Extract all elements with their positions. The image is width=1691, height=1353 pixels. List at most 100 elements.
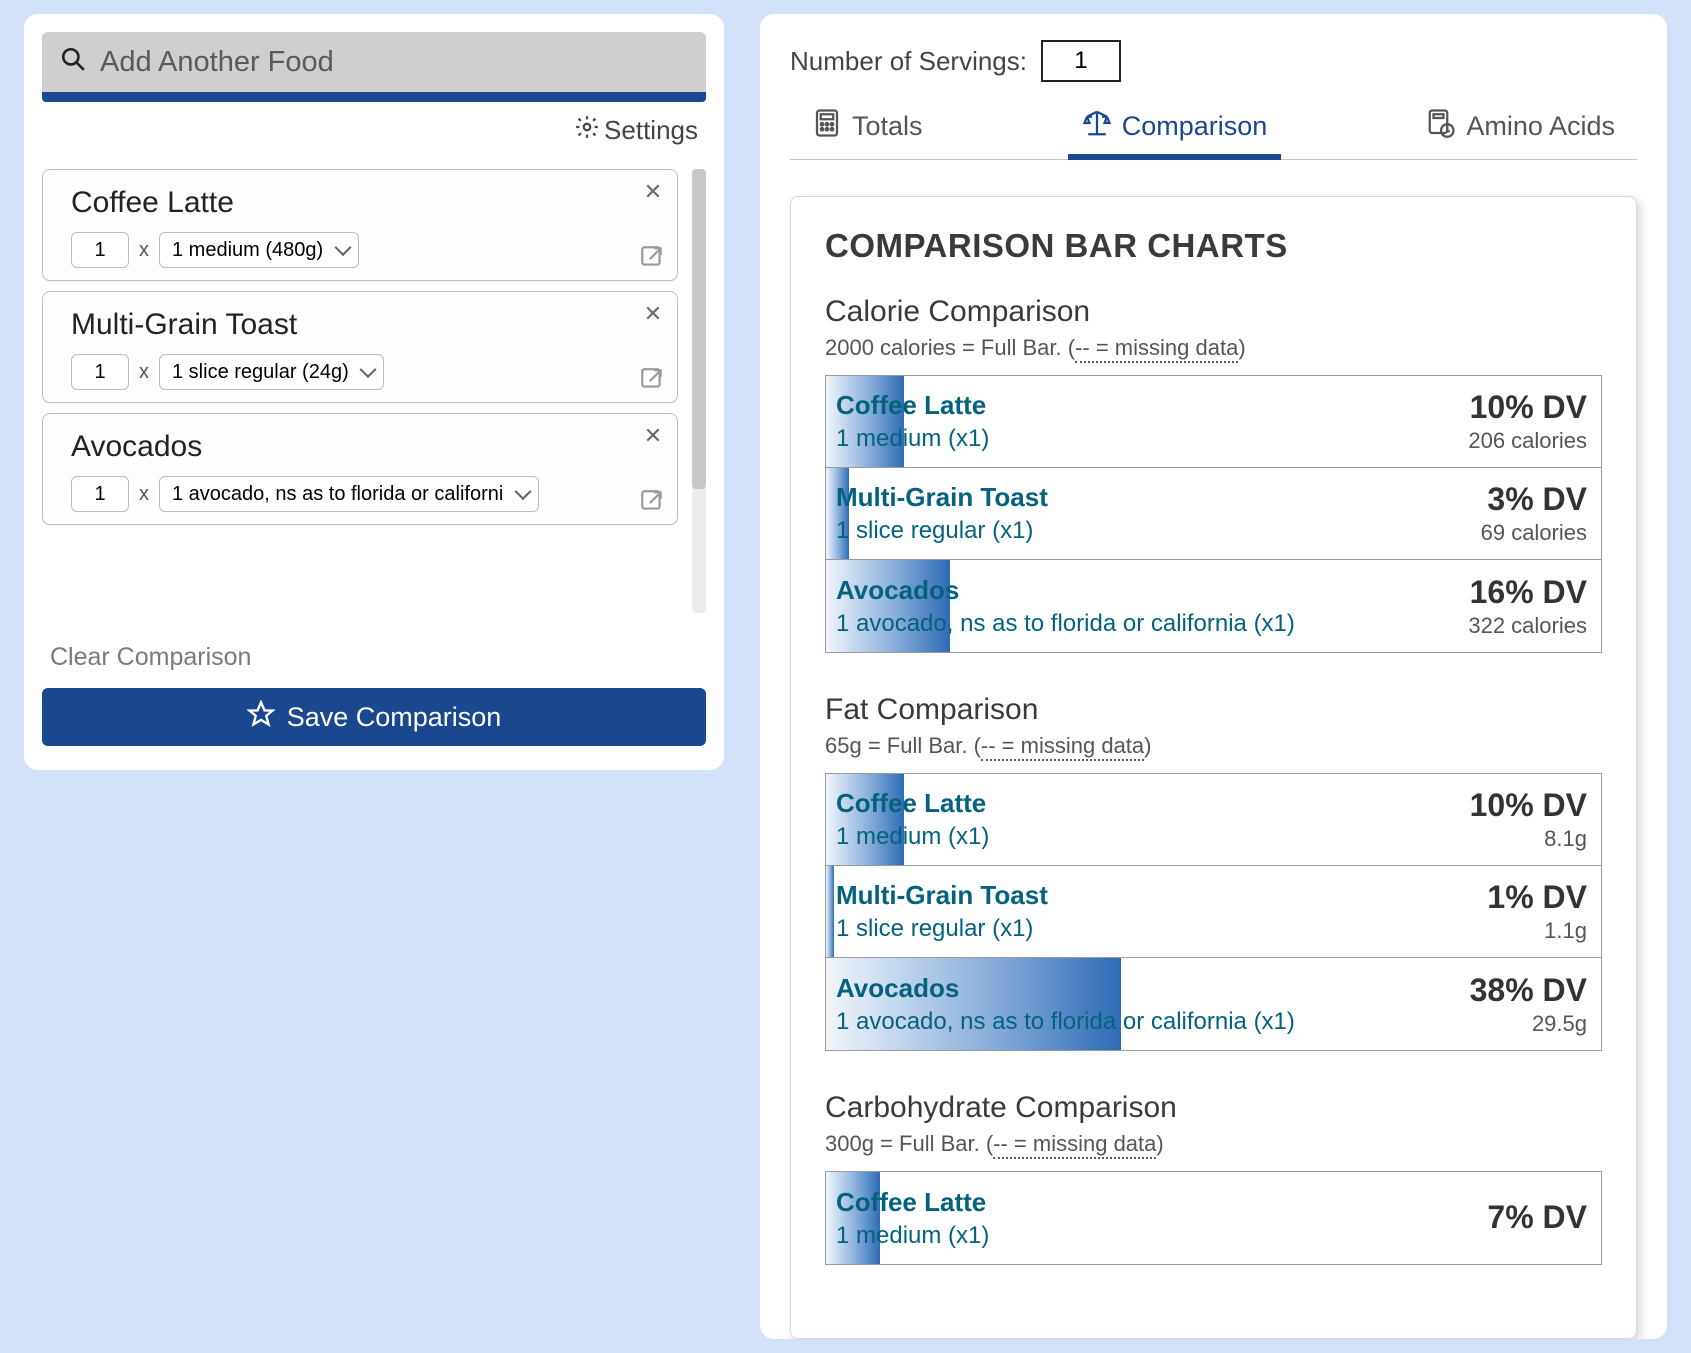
chart-row: Coffee Latte 1 medium (x1) 10% DV 8.1g [826,774,1601,866]
chart-dv: 3% DV [1487,481,1587,518]
save-comparison-button[interactable]: Save Comparison [42,688,706,746]
food-card: ✕ Coffee Latte x 1 medium (480g) [42,169,678,281]
chart-food-serving: 1 medium (x1) [836,1222,989,1250]
open-external-icon[interactable] [639,366,665,392]
chart-dv: 16% DV [1470,574,1587,611]
chart-food-name: Coffee Latte [836,788,989,819]
servings-label: Number of Servings: [790,46,1027,77]
chart-dv: 7% DV [1487,1199,1587,1236]
save-label: Save Comparison [287,702,502,733]
chart-dv: 1% DV [1487,879,1587,916]
chart-value: 29.5g [1532,1011,1587,1037]
tabs: Totals Comparison Amino Acids [790,98,1637,160]
chart-food-serving: 1 slice regular (x1) [836,915,1048,943]
scrollbar-thumb[interactable] [692,169,706,489]
tab-totals[interactable]: Totals [798,98,937,159]
clear-comparison-button[interactable]: Clear Comparison [42,639,706,676]
food-card-title: Avocados [71,430,659,464]
chart-food-serving: 1 medium (x1) [836,823,989,851]
tab-label: Amino Acids [1466,111,1615,142]
chart-row: Coffee Latte 1 medium (x1) 7% DV [826,1172,1601,1264]
close-icon[interactable]: ✕ [641,424,665,448]
chart-food-serving: 1 avocado, ns as to florida or californi… [836,610,1295,638]
food-card-row: x 1 medium (480g) [71,232,659,268]
charts-container: COMPARISON BAR CHARTS Calorie Comparison… [790,196,1637,1339]
search-bar [42,32,706,92]
quantity-input[interactable] [71,232,129,268]
servings-input[interactable] [1041,40,1121,82]
chart-value: 8.1g [1544,826,1587,852]
food-list: ✕ Coffee Latte x 1 medium (480g) ✕ [42,169,706,613]
food-card-row: x 1 slice regular (24g) [71,354,659,390]
chart-food-name: Avocados [836,973,1295,1004]
scrollbar[interactable] [692,169,706,613]
scale-icon [1082,108,1112,145]
missing-data-note: -- = missing data [1075,335,1238,363]
servings-row: Number of Servings: [790,40,1637,82]
chart-section-carbohydrate: Carbohydrate Comparison 300g = Full Bar.… [825,1091,1602,1265]
chart-food-name: Coffee Latte [836,390,989,421]
serving-select[interactable]: 1 avocado, ns as to florida or californi… [159,476,539,512]
search-input[interactable] [100,46,688,79]
right-panel: Number of Servings: Totals Comparison Am… [760,14,1667,1339]
qty-multiplier: x [139,239,149,262]
chart-food-serving: 1 medium (x1) [836,425,989,453]
food-card: ✕ Multi-Grain Toast x 1 slice regular (2… [42,291,678,403]
settings-label: Settings [604,115,698,146]
left-panel: Settings ✕ Coffee Latte x 1 medium (480g… [24,14,724,770]
food-items: ✕ Coffee Latte x 1 medium (480g) ✕ [42,169,678,613]
chart-section-title: Calorie Comparison [825,295,1602,329]
settings-button[interactable]: Settings [574,114,698,147]
food-card-row: x 1 avocado, ns as to florida or califor… [71,476,659,512]
chart-food-name: Avocados [836,575,1295,606]
search-icon [60,46,86,78]
chart-section-subtitle: 2000 calories = Full Bar. (-- = missing … [825,335,1602,361]
chart-food-name: Coffee Latte [836,1187,989,1218]
chart-dv: 10% DV [1470,389,1587,426]
qty-multiplier: x [139,361,149,384]
chart-value: 1.1g [1544,918,1587,944]
chart-section-subtitle: 65g = Full Bar. (-- = missing data) [825,733,1602,759]
star-icon [247,700,275,735]
settings-row: Settings [42,108,706,169]
charts-title: COMPARISON BAR CHARTS [825,227,1602,265]
food-card-title: Coffee Latte [71,186,659,220]
quantity-input[interactable] [71,354,129,390]
missing-data-note: -- = missing data [981,733,1144,761]
chart-row: Avocados 1 avocado, ns as to florida or … [826,958,1601,1050]
chart-section-fat: Fat Comparison 65g = Full Bar. (-- = mis… [825,693,1602,1051]
chart-dv: 10% DV [1470,787,1587,824]
open-external-icon[interactable] [639,244,665,270]
chart-rows: Coffee Latte 1 medium (x1) 10% DV 8.1g M… [825,773,1602,1051]
tab-amino-acids[interactable]: Amino Acids [1412,98,1629,159]
chart-food-serving: 1 slice regular (x1) [836,517,1048,545]
chart-rows: Coffee Latte 1 medium (x1) 10% DV 206 ca… [825,375,1602,653]
open-external-icon[interactable] [639,488,665,514]
close-icon[interactable]: ✕ [641,180,665,204]
qty-multiplier: x [139,483,149,506]
chart-food-serving: 1 avocado, ns as to florida or californi… [836,1008,1295,1036]
chart-dv: 38% DV [1470,972,1587,1009]
quantity-input[interactable] [71,476,129,512]
food-card: ✕ Avocados x 1 avocado, ns as to florida… [42,413,678,525]
search-underline [42,92,706,102]
chart-value: 322 calories [1468,613,1587,639]
chart-food-name: Multi-Grain Toast [836,482,1048,513]
chart-row: Multi-Grain Toast 1 slice regular (x1) 1… [826,866,1601,958]
chart-row: Coffee Latte 1 medium (x1) 10% DV 206 ca… [826,376,1601,468]
chart-section-subtitle: 300g = Full Bar. (-- = missing data) [825,1131,1602,1157]
chart-rows: Coffee Latte 1 medium (x1) 7% DV [825,1171,1602,1265]
serving-select[interactable]: 1 slice regular (24g) [159,354,384,390]
chart-food-name: Multi-Grain Toast [836,880,1048,911]
serving-select[interactable]: 1 medium (480g) [159,232,359,268]
tab-label: Totals [852,111,923,142]
food-card-title: Multi-Grain Toast [71,308,659,342]
chart-section-title: Fat Comparison [825,693,1602,727]
chart-row: Avocados 1 avocado, ns as to florida or … [826,560,1601,652]
chart-value: 206 calories [1468,428,1587,454]
close-icon[interactable]: ✕ [641,302,665,326]
tab-label: Comparison [1122,111,1268,142]
tab-comparison[interactable]: Comparison [1068,98,1282,159]
missing-data-note: -- = missing data [993,1131,1156,1159]
chart-value: 69 calories [1481,520,1587,546]
